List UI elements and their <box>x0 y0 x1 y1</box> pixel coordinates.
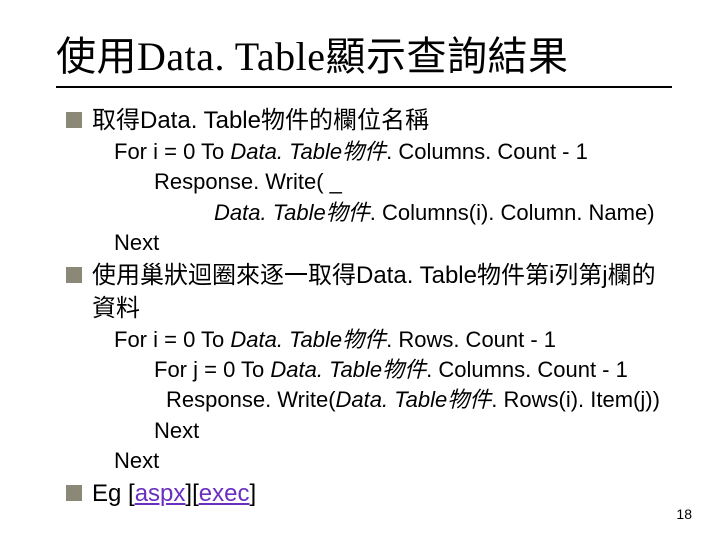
code-block-2: For i = 0 To Data. Table物件. Rows. Count … <box>114 325 672 477</box>
bullet-1-text: 取得Data. Table物件的欄位名稱 <box>92 104 672 137</box>
bullet-2-text: 使用巢狀迴圈來逐一取得Data. Table物件第i列第j欄的資料 <box>92 259 672 325</box>
eg-text: Eg [ <box>92 480 135 507</box>
code-block-1: For i = 0 To Data. Table物件. Columns. Cou… <box>114 137 672 258</box>
link-exec[interactable]: exec <box>199 480 250 507</box>
square-bullet-icon <box>66 112 82 128</box>
eg-text: ] <box>249 480 256 507</box>
code-text: Response. Write( <box>166 387 336 412</box>
code-line: Data. Table物件. Columns(i). Column. Name) <box>114 198 672 228</box>
content-area: 取得Data. Table物件的欄位名稱 For i = 0 To Data. … <box>56 104 672 510</box>
code-text: . Columns(i). Column. Name) <box>370 200 655 225</box>
code-text: . Columns. Count - 1 <box>386 139 588 164</box>
bullet-2: 使用巢狀迴圈來逐一取得Data. Table物件第i列第j欄的資料 <box>66 259 672 325</box>
code-text-italic: Data. Table物件 <box>230 139 386 164</box>
square-bullet-icon <box>66 267 82 283</box>
code-line: Next <box>114 416 672 446</box>
page-number: 18 <box>676 506 692 522</box>
bullet-1: 取得Data. Table物件的欄位名稱 <box>66 104 672 137</box>
square-bullet-icon <box>66 485 82 501</box>
code-line: Next <box>114 446 672 476</box>
code-line: Next <box>114 228 672 258</box>
code-text: . Columns. Count - 1 <box>426 357 628 382</box>
code-line: For i = 0 To Data. Table物件. Columns. Cou… <box>114 137 672 167</box>
title-rule <box>56 86 672 88</box>
code-line: For j = 0 To Data. Table物件. Columns. Cou… <box>114 355 672 385</box>
bullet-3: Eg [aspx][exec] <box>66 477 672 510</box>
code-text-italic: Data. Table物件 <box>336 387 492 412</box>
link-aspx[interactable]: aspx <box>135 480 186 507</box>
code-text: For i = 0 To <box>114 139 230 164</box>
code-text-italic: Data. Table物件 <box>230 327 386 352</box>
code-text-italic: Data. Table物件 <box>270 357 426 382</box>
bullet-3-text: Eg [aspx][exec] <box>92 477 672 510</box>
code-text: . Rows(i). Item(j)) <box>491 387 660 412</box>
code-text: For i = 0 To <box>114 327 230 352</box>
code-text-italic: Data. Table物件 <box>214 200 370 225</box>
code-line: Response. Write(Data. Table物件. Rows(i). … <box>114 385 672 415</box>
code-line: Response. Write( _ <box>114 167 672 197</box>
code-text: For j = 0 To <box>154 357 270 382</box>
code-text: . Rows. Count - 1 <box>386 327 556 352</box>
slide: 使用Data. Table顯示查詢結果 取得Data. Table物件的欄位名稱… <box>0 0 720 540</box>
code-line: For i = 0 To Data. Table物件. Rows. Count … <box>114 325 672 355</box>
eg-text: ][ <box>185 480 198 507</box>
slide-title: 使用Data. Table顯示查詢結果 <box>56 24 672 82</box>
